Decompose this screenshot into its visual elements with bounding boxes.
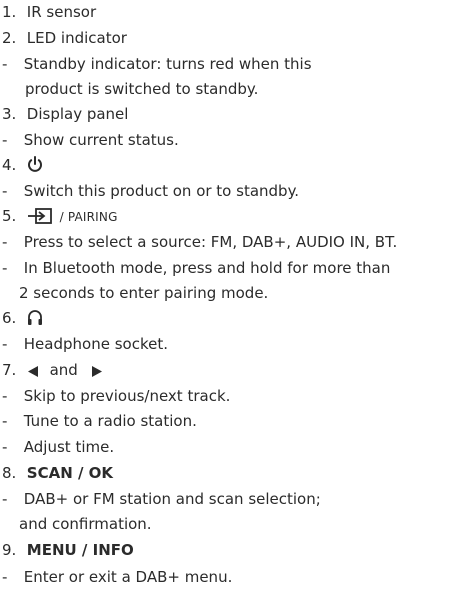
item-5-desc-2: - In Bluetooth mode, press and hold for …	[2, 258, 390, 278]
item-6: 6.	[2, 308, 45, 328]
pairing-label: / PAIRING	[59, 210, 118, 224]
item-number: 2.	[2, 29, 17, 47]
item-7: 7. and	[2, 360, 105, 380]
item-5-desc-2-cont: 2 seconds to enter pairing mode.	[2, 283, 268, 303]
item-description: DAB+ or FM station and scan selection;	[23, 490, 321, 508]
item-description: Enter or exit a DAB+ menu.	[23, 568, 233, 586]
item-description: Standby indicator: turns red when this	[23, 55, 312, 73]
item-9-desc: - Enter or exit a DAB+ menu.	[2, 567, 232, 587]
item-3: 3. Display panel	[2, 104, 128, 124]
item-7-desc-1: - Skip to previous/next track.	[2, 386, 230, 406]
item-2-desc-cont: product is switched to standby.	[2, 79, 258, 99]
item-title: MENU / INFO	[26, 541, 134, 559]
dash: -	[2, 55, 8, 73]
prev-triangle-icon	[27, 363, 39, 383]
item-number: 8.	[2, 464, 17, 482]
and-label: and	[49, 361, 78, 379]
item-number: 9.	[2, 541, 17, 559]
item-title: Display panel	[26, 105, 129, 123]
item-title: IR sensor	[26, 3, 97, 21]
item-5-desc-1: - Press to select a source: FM, DAB+, AU…	[2, 232, 397, 252]
dash: -	[2, 568, 8, 586]
item-description: Skip to previous/next track.	[23, 387, 231, 405]
dash: -	[2, 131, 8, 149]
item-title: SCAN / OK	[26, 464, 114, 482]
item-description: Adjust time.	[23, 438, 115, 456]
dash: -	[2, 259, 8, 277]
source-input-icon	[27, 208, 53, 229]
item-description: Switch this product on or to standby.	[23, 182, 300, 200]
item-description: Press to select a source: FM, DAB+, AUDI…	[23, 233, 398, 251]
dash: -	[2, 182, 8, 200]
item-9: 9. MENU / INFO	[2, 540, 134, 560]
item-description: Show current status.	[23, 131, 179, 149]
item-8-desc: - DAB+ or FM station and scan selection;	[2, 489, 321, 509]
dash: -	[2, 490, 8, 508]
headphone-icon	[27, 309, 43, 331]
item-description: Headphone socket.	[23, 335, 168, 353]
item-7-desc-2: - Tune to a radio station.	[2, 411, 197, 431]
item-description: Tune to a radio station.	[23, 412, 197, 430]
item-description-cont: and confirmation.	[19, 515, 152, 533]
dash: -	[2, 335, 8, 353]
item-6-desc: - Headphone socket.	[2, 334, 168, 354]
dash: -	[2, 233, 8, 251]
item-7-desc-3: - Adjust time.	[2, 437, 114, 457]
manual-page: 1. IR sensor 2. LED indicator - Standby …	[0, 0, 450, 612]
item-8: 8. SCAN / OK	[2, 463, 113, 483]
item-5: 5. / PAIRING	[2, 206, 118, 226]
dash: -	[2, 438, 8, 456]
item-number: 4.	[2, 156, 17, 174]
item-4: 4.	[2, 155, 45, 175]
item-2: 2. LED indicator	[2, 28, 127, 48]
item-number: 1.	[2, 3, 17, 21]
item-description-cont: product is switched to standby.	[25, 80, 259, 98]
item-number: 6.	[2, 309, 17, 327]
item-3-desc: - Show current status.	[2, 130, 179, 150]
power-icon	[27, 156, 43, 178]
item-4-desc: - Switch this product on or to standby.	[2, 181, 299, 201]
dash: -	[2, 412, 8, 430]
item-number: 3.	[2, 105, 17, 123]
dash: -	[2, 387, 8, 405]
item-1: 1. IR sensor	[2, 2, 96, 22]
item-8-desc-cont: and confirmation.	[2, 514, 152, 534]
item-number: 7.	[2, 361, 17, 379]
next-triangle-icon	[91, 363, 103, 383]
item-description-cont: 2 seconds to enter pairing mode.	[19, 284, 269, 302]
item-title: LED indicator	[26, 29, 127, 47]
item-number: 5.	[2, 207, 17, 225]
item-description: In Bluetooth mode, press and hold for mo…	[23, 259, 391, 277]
item-2-desc: - Standby indicator: turns red when this	[2, 54, 312, 74]
